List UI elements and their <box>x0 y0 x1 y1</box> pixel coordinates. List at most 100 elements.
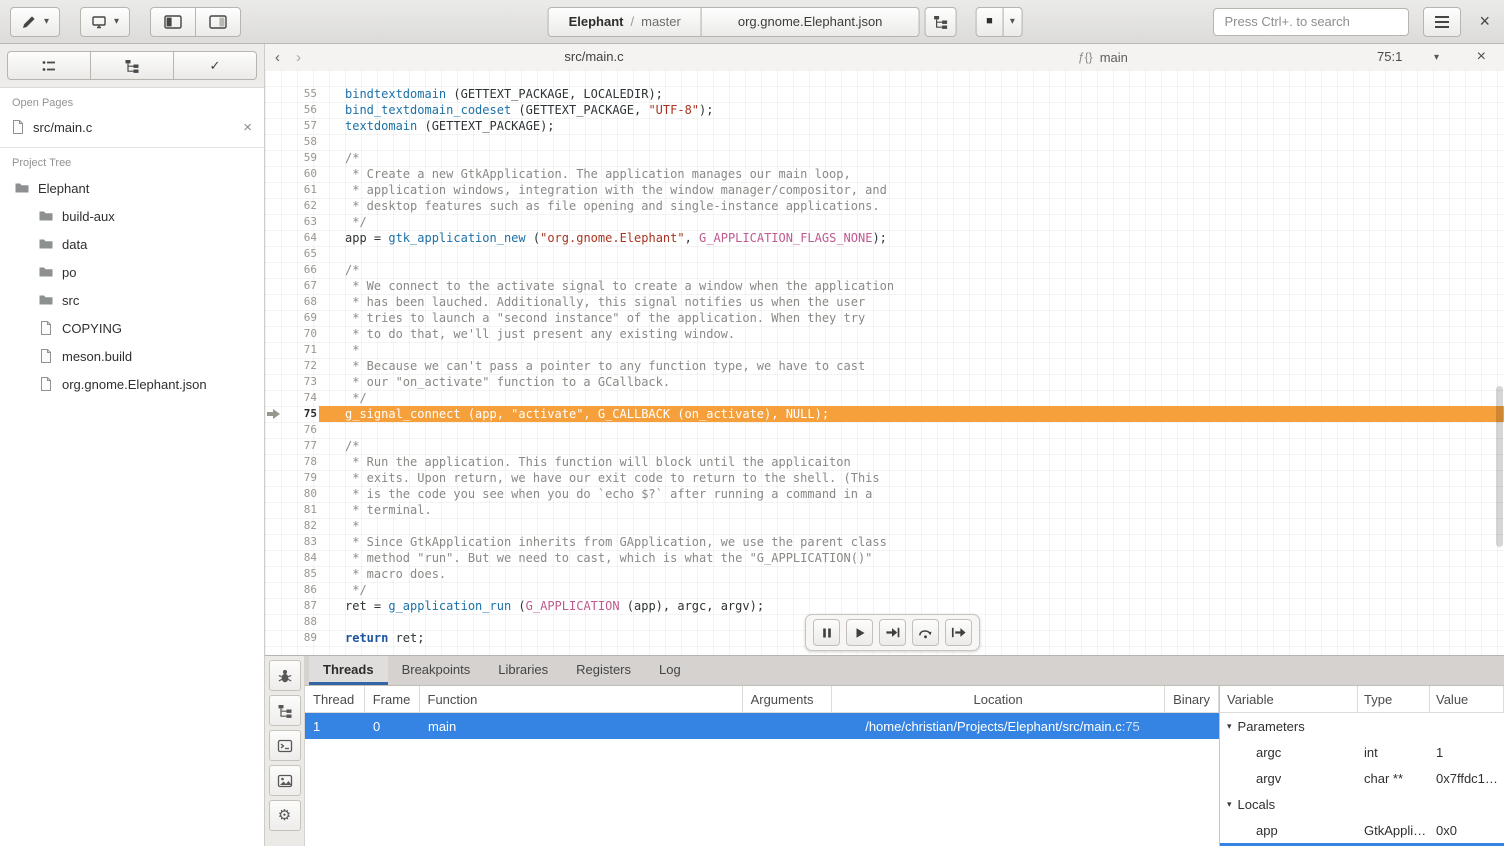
tree-item-src[interactable]: src <box>0 286 264 314</box>
breakpoint-margin[interactable] <box>265 294 289 310</box>
breakpoint-margin[interactable] <box>265 422 289 438</box>
continue-button[interactable] <box>846 619 873 646</box>
debugger-panel-button[interactable] <box>269 660 301 691</box>
expander-down-icon[interactable]: ▾ <box>1227 721 1232 732</box>
breakpoint-margin[interactable] <box>265 134 289 150</box>
code-line-60[interactable]: 60 * Create a new GtkApplication. The ap… <box>265 166 1504 182</box>
breakpoint-margin[interactable] <box>265 262 289 278</box>
variable-group-parameters[interactable]: ▾Parameters <box>1220 713 1504 739</box>
code-line-57[interactable]: 57textdomain (GETTEXT_PACKAGE); <box>265 118 1504 134</box>
device-selector-button[interactable]: ▾ <box>80 7 130 37</box>
code-line-77[interactable]: 77/* <box>265 438 1504 454</box>
variable-row-argv[interactable]: argvchar **0x7ffdc1… <box>1220 765 1504 791</box>
code-line-84[interactable]: 84 * method "run". But we need to cast, … <box>265 550 1504 566</box>
code-line-86[interactable]: 86 */ <box>265 582 1504 598</box>
build-button[interactable] <box>924 7 956 37</box>
tree-item-build-aux[interactable]: build-aux <box>0 202 264 230</box>
code-line-65[interactable]: 65 <box>265 246 1504 262</box>
code-line-76[interactable]: 76 <box>265 422 1504 438</box>
pause-button[interactable] <box>813 619 840 646</box>
source-view[interactable]: 55bindtextdomain (GETTEXT_PACKAGE, LOCAL… <box>265 70 1504 655</box>
code-line-82[interactable]: 82 * <box>265 518 1504 534</box>
tree-item-Elephant[interactable]: Elephant <box>0 174 264 202</box>
sidebar-view-pages-button[interactable] <box>7 51 91 80</box>
code-line-62[interactable]: 62 * desktop features such as file openi… <box>265 198 1504 214</box>
code-line-55[interactable]: 55bindtextdomain (GETTEXT_PACKAGE, LOCAL… <box>265 86 1504 102</box>
variable-row-app[interactable]: appGtkAppli…0x0 <box>1220 817 1504 843</box>
column-header-function[interactable]: Function <box>420 686 743 712</box>
settings-panel-button[interactable]: ⚙ <box>269 800 301 831</box>
open-page-item[interactable]: src/main.c × <box>0 114 264 140</box>
sidebar-view-checks-button[interactable]: ✓ <box>173 51 257 80</box>
code-line-68[interactable]: 68 * has been lauched. Additionally, thi… <box>265 294 1504 310</box>
breakpoint-margin[interactable] <box>265 182 289 198</box>
build-pipeline-panel-button[interactable] <box>269 695 301 726</box>
column-header-frame[interactable]: Frame <box>365 686 420 712</box>
toggle-left-panel-button[interactable] <box>150 7 196 37</box>
column-header-thread[interactable]: Thread <box>305 686 365 712</box>
code-line-75[interactable]: 75g_signal_connect (app, "activate", G_C… <box>265 406 1504 422</box>
breakpoint-margin[interactable] <box>265 582 289 598</box>
stop-button[interactable]: ■ <box>975 7 1003 37</box>
code-line-87[interactable]: 87ret = g_application_run (G_APPLICATION… <box>265 598 1504 614</box>
variable-group-locals[interactable]: ▾Locals <box>1220 791 1504 817</box>
breakpoint-margin[interactable] <box>265 374 289 390</box>
editor-options-button[interactable]: ▾ <box>1428 44 1445 70</box>
breakpoint-margin[interactable] <box>265 630 289 646</box>
thread-row[interactable]: 10main/home/christian/Projects/Elephant/… <box>305 713 1219 739</box>
breakpoint-margin[interactable] <box>265 86 289 102</box>
documentation-panel-button[interactable] <box>269 765 301 796</box>
breakpoint-margin[interactable] <box>265 438 289 454</box>
code-line-58[interactable]: 58 <box>265 134 1504 150</box>
step-over-button[interactable] <box>912 619 939 646</box>
breakpoint-margin[interactable] <box>265 246 289 262</box>
column-header-value[interactable]: Value <box>1430 686 1504 712</box>
panel-tab-libraries[interactable]: Libraries <box>484 656 562 685</box>
code-line-79[interactable]: 79 * exits. Upon return, we have our exi… <box>265 470 1504 486</box>
tree-item-po[interactable]: po <box>0 258 264 286</box>
code-line-67[interactable]: 67 * We connect to the activate signal t… <box>265 278 1504 294</box>
breakpoint-margin[interactable] <box>265 102 289 118</box>
code-line-69[interactable]: 69 * tries to launch a "second instance"… <box>265 310 1504 326</box>
code-line-59[interactable]: 59/* <box>265 150 1504 166</box>
breakpoint-margin[interactable] <box>265 278 289 294</box>
column-header-arguments[interactable]: Arguments <box>743 686 833 712</box>
breakpoint-margin[interactable] <box>265 342 289 358</box>
tree-item-org.gnome.Elephant.json[interactable]: org.gnome.Elephant.json <box>0 370 264 398</box>
column-header-location[interactable]: Location <box>832 686 1165 712</box>
step-out-button[interactable] <box>945 619 972 646</box>
code-line-61[interactable]: 61 * application windows, integration wi… <box>265 182 1504 198</box>
menu-button[interactable] <box>1423 7 1461 37</box>
column-header-type[interactable]: Type <box>1358 686 1430 712</box>
window-close-button[interactable]: × <box>1475 11 1494 32</box>
expander-down-icon[interactable]: ▾ <box>1227 799 1232 810</box>
breakpoint-margin[interactable] <box>265 614 289 630</box>
code-line-73[interactable]: 73 * our "on_activate" function to a GCa… <box>265 374 1504 390</box>
breakpoint-margin[interactable] <box>265 390 289 406</box>
code-line-74[interactable]: 74 */ <box>265 390 1504 406</box>
code-line-71[interactable]: 71 * <box>265 342 1504 358</box>
code-line-56[interactable]: 56bind_textdomain_codeset (GETTEXT_PACKA… <box>265 102 1504 118</box>
code-line-72[interactable]: 72 * Because we can't pass a pointer to … <box>265 358 1504 374</box>
scrollbar-thumb[interactable] <box>1496 386 1503 548</box>
run-options-button[interactable]: ▾ <box>1002 7 1022 37</box>
tree-item-COPYING[interactable]: COPYING <box>0 314 264 342</box>
code-line-70[interactable]: 70 * to do that, we'll just present any … <box>265 326 1504 342</box>
tree-item-data[interactable]: data <box>0 230 264 258</box>
code-line-64[interactable]: 64app = gtk_application_new ("org.gnome.… <box>265 230 1504 246</box>
step-in-button[interactable] <box>879 619 906 646</box>
code-line-85[interactable]: 85 * macro does. <box>265 566 1504 582</box>
code-line-63[interactable]: 63 */ <box>265 214 1504 230</box>
function-context[interactable]: ƒ{} main <box>1078 44 1128 70</box>
variable-row-argc[interactable]: argcint1 <box>1220 739 1504 765</box>
panel-tab-registers[interactable]: Registers <box>562 656 645 685</box>
editor-mode-button[interactable]: ▾ <box>10 7 60 37</box>
global-search-input[interactable] <box>1213 8 1409 36</box>
terminal-panel-button[interactable] <box>269 730 301 761</box>
breakpoint-margin[interactable] <box>265 454 289 470</box>
breakpoint-margin[interactable] <box>265 518 289 534</box>
toggle-right-panel-button[interactable] <box>195 7 241 37</box>
sidebar-view-tree-button[interactable] <box>90 51 174 80</box>
close-page-button[interactable]: × <box>243 119 252 136</box>
project-branch-button[interactable]: Elephant / master <box>548 7 702 37</box>
